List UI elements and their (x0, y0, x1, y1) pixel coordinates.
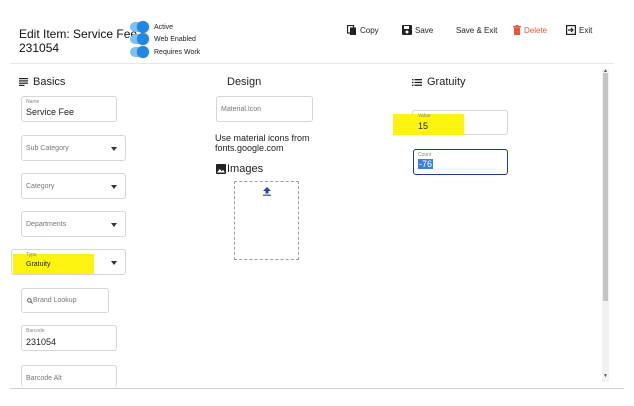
requires-work-label: Requires Work (154, 48, 201, 56)
barcode-value: 231054 (26, 337, 57, 347)
active-label: Active (154, 23, 174, 31)
image-upload-dropzone[interactable] (234, 181, 299, 260)
save-icon (402, 25, 412, 35)
barcode-field[interactable]: Barcode 231054 (21, 325, 117, 351)
exit-icon (566, 25, 576, 35)
brand-lookup-placeholder: Brand Lookup (33, 297, 77, 304)
barcode-alt-field[interactable]: Barcode Alt (21, 365, 117, 387)
chevron-down-icon (111, 185, 117, 189)
save-label: Save (415, 25, 434, 35)
name-field[interactable]: Name Service Fee (21, 96, 117, 122)
list-icon (412, 78, 422, 86)
scroll-up-icon[interactable]: ▲ (603, 69, 608, 74)
trash-icon (513, 25, 521, 35)
chevron-down-icon (111, 223, 117, 227)
brand-lookup-field[interactable]: Brand Lookup (21, 288, 109, 313)
active-toggle[interactable]: Active (130, 21, 173, 33)
delete-button[interactable]: Delete (513, 24, 547, 36)
name-value: Service Fee (26, 107, 75, 117)
page-title-line1: Edit Item: Service Fee (19, 27, 138, 41)
type-label: Type (26, 252, 37, 258)
images-title: Images (227, 163, 264, 175)
material-icon-field[interactable]: Material.Icon (216, 96, 313, 122)
footer-divider (10, 388, 624, 389)
web-enabled-label: Web Enabled (154, 35, 196, 43)
scrollbar-thumb[interactable] (603, 73, 608, 301)
copy-button[interactable]: Copy (347, 24, 379, 36)
exit-button[interactable]: Exit (566, 24, 592, 36)
page-title-line2: 231054 (19, 41, 60, 55)
save-exit-label: Save & Exit (456, 25, 498, 35)
requires-work-toggle[interactable]: Requires Work (130, 46, 200, 58)
save-button[interactable]: Save (402, 24, 433, 36)
barcode-label: Barcode (26, 328, 45, 334)
page-title: Edit Item: Service Fee 231054 (19, 27, 137, 55)
exit-label: Exit (579, 25, 593, 35)
delete-label: Delete (524, 25, 548, 35)
sub-category-placeholder: Sub Category (26, 145, 69, 152)
active-switch[interactable] (130, 21, 149, 33)
hint-line2: fonts.google.com (215, 143, 284, 153)
material-icons-hint: Use material icons from fonts.google.com (215, 133, 310, 153)
image-icon (216, 164, 226, 174)
count-value[interactable]: -76 (418, 159, 434, 169)
save-exit-button[interactable]: Save & Exit (456, 24, 497, 36)
departments-placeholder: Departments (26, 221, 67, 228)
design-title: Design (227, 76, 262, 88)
departments-select[interactable]: Departments (21, 211, 126, 237)
value-label: Value (418, 113, 431, 119)
header-divider (10, 63, 614, 64)
value-value: 15 (418, 121, 429, 131)
basics-title: Basics (33, 76, 66, 88)
barcode-alt-placeholder: Barcode Alt (26, 375, 62, 382)
sub-category-select[interactable]: Sub Category (21, 135, 126, 161)
count-label: Count (418, 152, 432, 158)
copy-icon (347, 24, 356, 35)
images-heading: Images (216, 163, 263, 175)
count-field[interactable]: Count -76 (413, 149, 508, 175)
basics-heading: Basics (19, 76, 65, 88)
requires-work-switch[interactable] (130, 46, 149, 58)
notes-icon (19, 78, 28, 86)
upload-icon[interactable] (263, 187, 271, 196)
chevron-down-icon (111, 261, 117, 265)
web-enabled-toggle[interactable]: Web Enabled (130, 33, 196, 45)
value-field[interactable]: Value 15 (393, 110, 508, 135)
web-enabled-switch[interactable] (130, 33, 149, 45)
name-label: Name (26, 99, 40, 105)
scroll-down-icon[interactable]: ▼ (603, 374, 608, 379)
material-icon-placeholder: Material.Icon (221, 106, 262, 113)
chevron-down-icon (111, 147, 117, 151)
gratuity-heading: Gratuity (412, 76, 466, 88)
type-select[interactable]: Type Gratuity (11, 249, 126, 275)
category-placeholder: Category (26, 183, 55, 190)
hint-line1: Use material icons from (215, 133, 310, 143)
gratuity-title: Gratuity (427, 76, 466, 88)
type-value: Gratuity (26, 261, 51, 268)
copy-label: Copy (360, 25, 379, 35)
design-heading: Design (227, 76, 261, 88)
category-select[interactable]: Category (21, 173, 126, 199)
